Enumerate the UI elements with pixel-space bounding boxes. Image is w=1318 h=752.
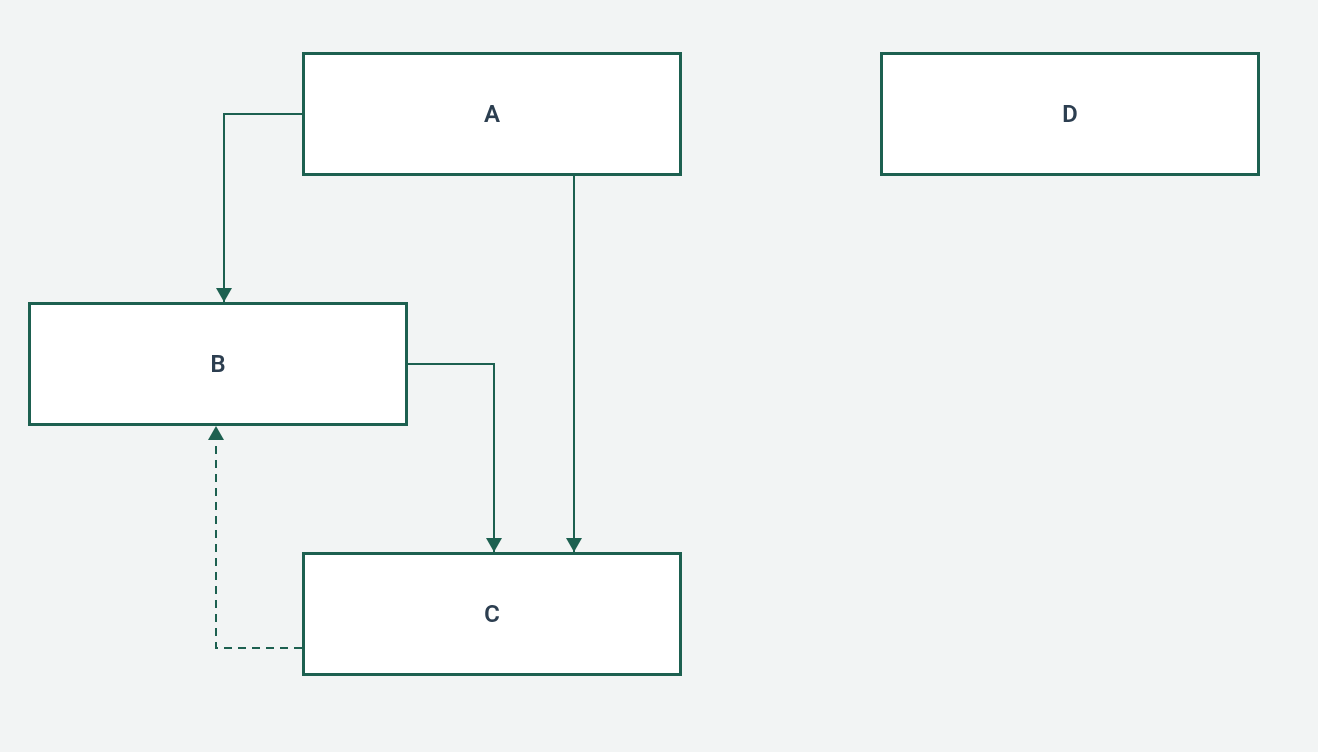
edge-c-to-b bbox=[216, 426, 302, 648]
node-c-label: C bbox=[484, 600, 500, 628]
arrowhead-a-to-c bbox=[566, 538, 582, 552]
node-c: C bbox=[302, 552, 682, 676]
diagram-canvas: A B C D bbox=[0, 0, 1318, 752]
edge-b-to-c bbox=[408, 364, 494, 552]
arrowhead-c-to-b bbox=[208, 426, 224, 440]
node-a-label: A bbox=[484, 100, 500, 128]
arrowhead-b-to-c bbox=[486, 538, 502, 552]
node-b: B bbox=[28, 302, 408, 426]
edge-a-to-b bbox=[224, 114, 302, 302]
node-b-label: B bbox=[210, 350, 225, 378]
node-a: A bbox=[302, 52, 682, 176]
arrowhead-a-to-b bbox=[216, 288, 232, 302]
node-d: D bbox=[880, 52, 1260, 176]
node-d-label: D bbox=[1062, 100, 1078, 128]
